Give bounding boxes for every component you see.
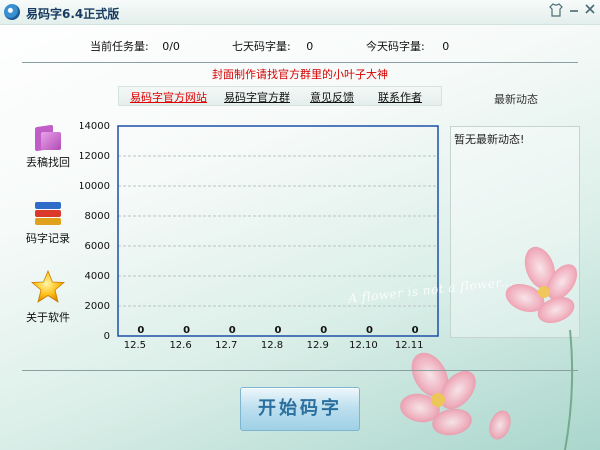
app-logo-icon <box>4 4 20 20</box>
tshirt-icon[interactable] <box>548 3 564 19</box>
official-group-link[interactable]: 易码字官方群 <box>224 89 290 105</box>
today-value: 0 <box>442 40 450 53</box>
x-tick-label: 12.7 <box>215 340 237 351</box>
seven-day-stat: 七天码字量: 0 <box>232 38 313 54</box>
data-label: 0 <box>137 325 144 336</box>
x-tick-label: 12.9 <box>307 340 329 351</box>
data-label: 0 <box>320 325 327 336</box>
y-tick-label: 0 <box>104 331 110 342</box>
y-tick-label: 14000 <box>80 121 110 132</box>
current-tasks-value: 0/0 <box>162 40 180 53</box>
minimize-icon[interactable] <box>566 3 582 19</box>
news-title: 最新动态 <box>494 93 538 106</box>
star-icon <box>30 269 66 303</box>
typing-records-label: 码字记录 <box>26 232 70 245</box>
x-tick-label: 12.8 <box>261 340 283 351</box>
data-label: 0 <box>275 325 282 336</box>
feedback-link[interactable]: 意见反馈 <box>310 89 354 105</box>
notice-text: 封面制作请找官方群里的小叶子大神 <box>212 68 388 81</box>
books-icon <box>33 200 63 228</box>
data-label: 0 <box>229 325 236 336</box>
contact-author-link[interactable]: 联系作者 <box>378 89 422 105</box>
current-tasks-stat: 当前任务量: 0/0 <box>90 38 180 54</box>
data-label: 0 <box>366 325 373 336</box>
y-tick-label: 6000 <box>85 241 110 252</box>
close-icon[interactable] <box>582 3 598 19</box>
x-tick-label: 12.6 <box>169 340 191 351</box>
folder-icon <box>33 124 63 152</box>
x-tick-label: 12.10 <box>349 340 378 351</box>
y-tick-label: 10000 <box>80 181 110 192</box>
recover-drafts-button[interactable]: 丢稿找回 <box>20 124 76 170</box>
x-tick-label: 12.5 <box>124 340 146 351</box>
y-tick-label: 2000 <box>85 301 110 312</box>
official-site-link[interactable]: 易码字官方网站 <box>130 89 207 105</box>
title-bar: 易码字6.4正式版 <box>0 0 600 25</box>
seven-day-label: 七天码字量: <box>232 40 291 53</box>
data-label: 0 <box>183 325 190 336</box>
current-tasks-label: 当前任务量: <box>90 40 149 53</box>
y-tick-label: 4000 <box>85 271 110 282</box>
about-software-button[interactable]: 关于软件 <box>20 269 76 325</box>
y-tick-label: 8000 <box>85 211 110 222</box>
window-title: 易码字6.4正式版 <box>26 7 120 21</box>
bottom-divider <box>22 370 578 371</box>
flower-decoration <box>400 246 578 450</box>
about-software-label: 关于软件 <box>26 311 70 324</box>
top-divider <box>22 62 578 63</box>
y-tick-label: 12000 <box>80 151 110 162</box>
recover-drafts-label: 丢稿找回 <box>26 156 70 169</box>
today-label: 今天码字量: <box>366 40 425 53</box>
today-stat: 今天码字量: 0 <box>366 38 449 54</box>
news-empty-text: 暂无最新动态! <box>454 133 525 146</box>
start-typing-button[interactable]: 开始码字 <box>240 387 360 431</box>
seven-day-value: 0 <box>306 40 314 53</box>
typing-records-button[interactable]: 码字记录 <box>20 200 76 246</box>
